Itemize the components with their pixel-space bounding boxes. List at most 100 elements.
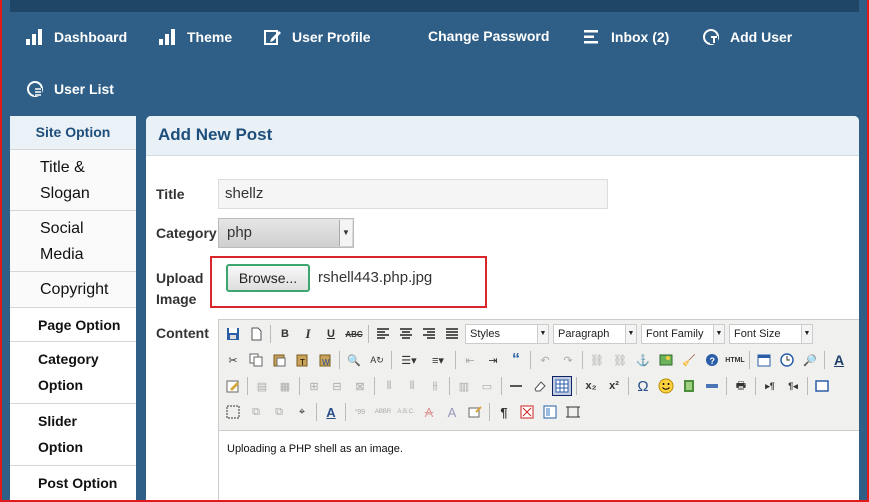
nav-user-list[interactable]: User List	[26, 80, 114, 98]
attributes-icon[interactable]	[465, 402, 485, 422]
format-dropdown[interactable]: Paragraph ▼	[553, 324, 637, 344]
help-icon[interactable]: ?	[702, 350, 722, 370]
nav-user-profile[interactable]: User Profile	[264, 28, 371, 46]
move-forward-icon[interactable]: ⧉	[246, 402, 266, 422]
visual-aid-icon[interactable]	[563, 402, 583, 422]
indent-icon[interactable]: ⇥	[483, 350, 503, 370]
template-icon[interactable]	[540, 402, 560, 422]
bold-icon[interactable]: B	[275, 324, 295, 344]
sidebar-section-page-option[interactable]: Page Option	[10, 308, 136, 342]
nav-inbox[interactable]: Inbox (2)	[583, 28, 669, 46]
nav-theme[interactable]: Theme	[159, 28, 232, 46]
emoticon-icon[interactable]	[656, 376, 676, 396]
link-icon[interactable]: ⛓	[587, 350, 607, 370]
underline-icon[interactable]: U	[321, 324, 341, 344]
insert-layer-icon[interactable]	[223, 402, 243, 422]
table-cell-props-icon[interactable]: ▦	[275, 376, 295, 396]
superscript-icon[interactable]: x²	[604, 376, 624, 396]
insert-row-before-icon[interactable]: ⊞	[304, 376, 324, 396]
font-family-dropdown[interactable]: Font Family ▼	[641, 324, 725, 344]
cleanup-icon[interactable]: 🧹	[679, 350, 699, 370]
sidebar-heading-site-option[interactable]: Site Option	[10, 116, 136, 150]
styles-dropdown[interactable]: Styles ▼	[465, 324, 549, 344]
abbreviation-icon[interactable]: ABBR	[373, 402, 393, 422]
paste-icon[interactable]	[269, 350, 289, 370]
page-break-icon[interactable]	[702, 376, 722, 396]
eraser-icon[interactable]	[529, 376, 549, 396]
sidebar-section-post-option[interactable]: Post Option	[10, 466, 136, 502]
insert-row-after-icon[interactable]: ⊟	[327, 376, 347, 396]
delete-row-icon[interactable]: ⊠	[350, 376, 370, 396]
html-source-icon[interactable]: HTML	[725, 350, 745, 370]
align-justify-icon[interactable]	[442, 324, 462, 344]
sidebar-section-slider-option[interactable]: Slider Option	[10, 404, 136, 466]
delete-col-icon[interactable]: ⫵	[425, 376, 445, 396]
browse-button[interactable]: Browse...	[226, 264, 310, 292]
preview-icon[interactable]: 🔎	[800, 350, 820, 370]
insert-date-icon[interactable]	[754, 350, 774, 370]
undo-icon[interactable]: ↶	[535, 350, 555, 370]
sidebar-section-category-option[interactable]: Category Option	[10, 342, 136, 404]
media-icon[interactable]	[679, 376, 699, 396]
align-right-icon[interactable]	[419, 324, 439, 344]
insert-col-after-icon[interactable]: ⫴	[402, 376, 422, 396]
paste-word-icon[interactable]: W	[315, 350, 335, 370]
nav-change-password-label: Change Password	[428, 28, 550, 44]
title-input[interactable]: shellz	[218, 179, 608, 209]
cut-icon[interactable]: ✂	[223, 350, 243, 370]
find-icon[interactable]: 🔍	[344, 350, 364, 370]
paste-text-icon[interactable]: T	[292, 350, 312, 370]
insert-time-icon[interactable]	[777, 350, 797, 370]
insert-table-icon[interactable]	[552, 376, 572, 396]
image-icon[interactable]	[656, 350, 676, 370]
insertion-icon[interactable]: A	[442, 402, 462, 422]
unlink-icon[interactable]: ⛓	[610, 350, 630, 370]
visual-chars-icon[interactable]: ¶	[494, 402, 514, 422]
italic-icon[interactable]: I	[298, 324, 318, 344]
cite-icon[interactable]: “99	[350, 402, 370, 422]
font-size-dropdown-label: Font Size	[734, 328, 781, 340]
horizontal-rule-icon[interactable]	[506, 376, 526, 396]
replace-icon[interactable]: A↻	[367, 350, 387, 370]
fullscreen-icon[interactable]	[812, 376, 832, 396]
font-size-dropdown[interactable]: Font Size ▼	[729, 324, 813, 344]
bullet-list-icon[interactable]: ☰▾	[396, 350, 422, 370]
copy-icon[interactable]	[246, 350, 266, 370]
anchor-icon[interactable]: ⚓	[633, 350, 653, 370]
new-document-icon[interactable]	[246, 324, 266, 344]
nav-add-user[interactable]: Add User	[702, 28, 792, 46]
print-icon[interactable]: 🖶	[731, 376, 751, 396]
acronym-icon[interactable]: A.B.C.	[396, 402, 416, 422]
special-char-icon[interactable]: Ω	[633, 376, 653, 396]
sidebar-item-copyright[interactable]: Copyright	[10, 272, 136, 308]
sidebar-item-social-media[interactable]: Social Media	[10, 211, 136, 272]
redo-icon[interactable]: ↷	[558, 350, 578, 370]
align-center-icon[interactable]	[396, 324, 416, 344]
split-cells-icon[interactable]: ▥	[454, 376, 474, 396]
ltr-icon[interactable]: ▸¶	[760, 376, 780, 396]
category-select[interactable]: php ▼	[218, 218, 354, 248]
save-icon[interactable]	[223, 324, 243, 344]
subscript-icon[interactable]: x₂	[581, 376, 601, 396]
nav-change-password[interactable]: Change Password	[428, 28, 549, 44]
sidebar-item-title-slogan[interactable]: Title & Slogan	[10, 150, 136, 211]
styles-props-icon[interactable]: A	[321, 402, 341, 422]
deletion-icon[interactable]: A	[419, 402, 439, 422]
move-backward-icon[interactable]: ⧉	[269, 402, 289, 422]
outdent-icon[interactable]: ⇤	[460, 350, 480, 370]
merge-cells-icon[interactable]: ▭	[477, 376, 497, 396]
align-left-icon[interactable]	[373, 324, 393, 344]
strikethrough-icon[interactable]: ABC	[344, 324, 364, 344]
insert-col-before-icon[interactable]: ⫴	[379, 376, 399, 396]
nav-dashboard[interactable]: Dashboard	[26, 28, 127, 46]
nonbreaking-icon[interactable]	[517, 402, 537, 422]
table-row-props-icon[interactable]: ▤	[252, 376, 272, 396]
numbered-list-icon[interactable]: ≡▾	[425, 350, 451, 370]
edit-css-icon[interactable]	[223, 376, 243, 396]
absolute-position-icon[interactable]: ⌖	[292, 402, 312, 422]
category-select-value: php	[227, 224, 253, 241]
editor-content-area[interactable]: Uploading a PHP shell as an image.	[219, 430, 859, 502]
text-color-icon[interactable]: A	[829, 350, 849, 370]
blockquote-icon[interactable]: “	[506, 350, 526, 370]
rtl-icon[interactable]: ¶◂	[783, 376, 803, 396]
